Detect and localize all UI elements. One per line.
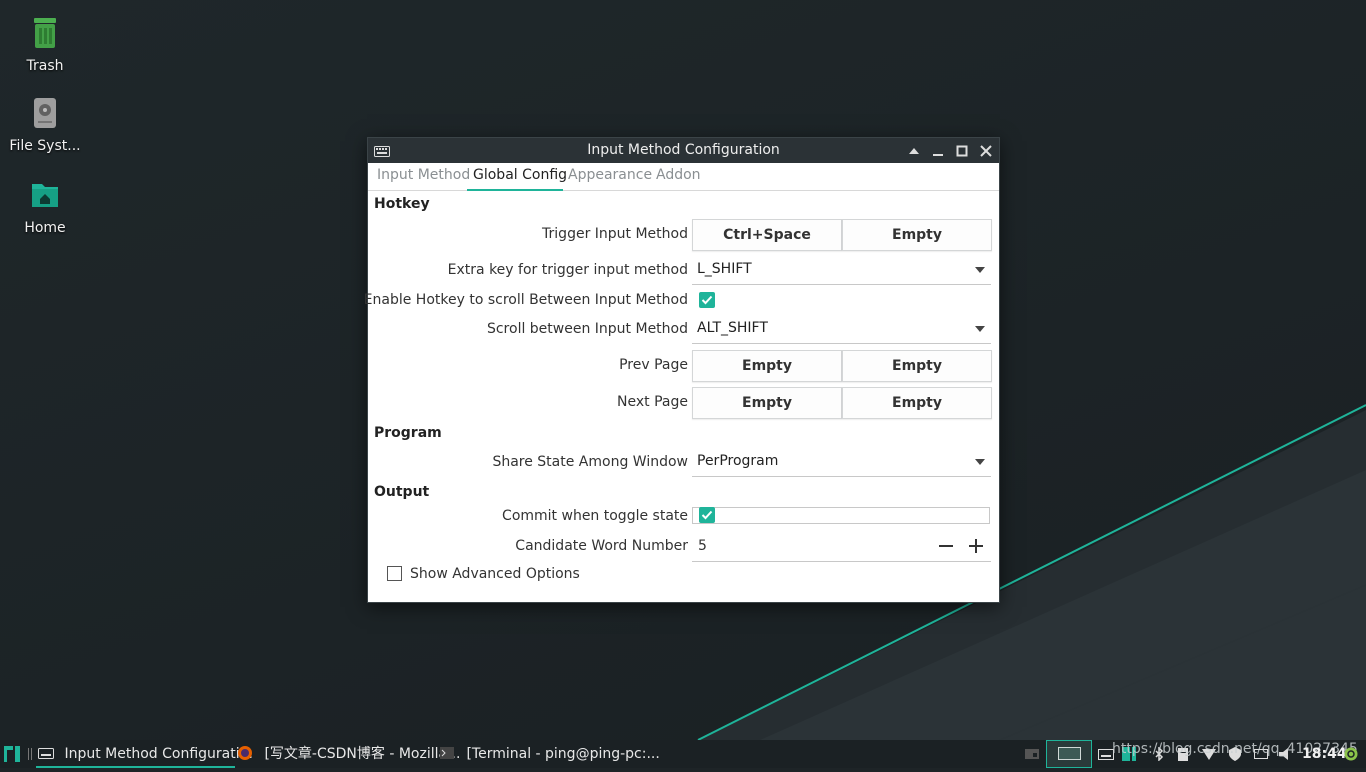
extra-key-value: L_SHIFT (697, 261, 752, 277)
shade-button[interactable] (905, 142, 923, 160)
start-menu-button[interactable] (4, 740, 24, 768)
candidate-number-value[interactable]: 5 (698, 538, 707, 554)
share-state-select[interactable]: PerProgram (692, 448, 991, 477)
drive-icon (28, 96, 62, 132)
trigger-key-2-button[interactable]: Empty (842, 219, 992, 251)
maximize-button[interactable] (953, 142, 971, 160)
candidate-number-spinbox[interactable]: 5 (692, 531, 991, 562)
prev-page-key-1-button[interactable]: Empty (692, 350, 842, 382)
prev-page-label: Prev Page (619, 357, 688, 373)
share-state-label: Share State Among Window (492, 454, 688, 470)
minimize-icon (933, 154, 943, 156)
window-titlebar[interactable]: Input Method Configuration (368, 138, 999, 163)
trigger-key-1-button[interactable]: Ctrl+Space (692, 219, 842, 251)
desktop-switch-icon[interactable] (1025, 747, 1039, 761)
triangle-up-icon (909, 148, 919, 154)
enable-scroll-hotkey-checkbox[interactable] (699, 292, 715, 308)
keyboard-layout-icon[interactable] (1098, 747, 1114, 761)
keyboard-icon (38, 748, 54, 759)
maximize-icon (956, 145, 968, 157)
desktop-icon-label: Trash (26, 58, 64, 74)
share-state-value: PerProgram (697, 453, 779, 469)
active-tab-indicator (467, 189, 563, 191)
home-folder-icon (28, 178, 62, 214)
taskbar-separator (28, 740, 34, 768)
desktop-icon-label: File Syst... (9, 138, 81, 154)
checkmark-icon (701, 295, 713, 305)
section-program: Program (374, 425, 442, 441)
candidate-number-label: Candidate Word Number (515, 538, 688, 554)
scroll-between-label: Scroll between Input Method (486, 321, 688, 337)
taskbar: Input Method Configurati... [写文章-CSDN博客 … (0, 740, 1366, 768)
commit-toggle-label: Commit when toggle state (502, 508, 688, 524)
desktop-icon-filesystem[interactable]: File Syst... (0, 96, 90, 154)
workspace-icon (1058, 747, 1081, 760)
close-button[interactable] (977, 142, 995, 160)
workspace-pager[interactable] (1046, 740, 1092, 768)
task-terminal[interactable]: [Terminal - ping@ping-pc:... (440, 740, 660, 768)
desktop-icon-trash[interactable]: Trash (0, 16, 90, 74)
desktop-icon-label: Home (24, 220, 66, 236)
tab-global-config[interactable]: Global Config (473, 167, 567, 183)
scroll-between-value: ALT_SHIFT (697, 320, 768, 336)
next-page-key-1-button[interactable]: Empty (692, 387, 842, 419)
tab-appearance[interactable]: Appearance (568, 167, 652, 183)
next-page-key-2-button[interactable]: Empty (842, 387, 992, 419)
trash-icon (28, 16, 62, 52)
power-icon[interactable] (1344, 747, 1358, 761)
dropdown-arrow-icon (975, 267, 985, 273)
tab-addon[interactable]: Addon (656, 167, 701, 183)
minus-icon (939, 545, 953, 547)
dropdown-arrow-icon (975, 326, 985, 332)
increment-button[interactable] (966, 536, 986, 556)
task-firefox[interactable]: [写文章-CSDN博客 - Mozilla... (238, 740, 460, 768)
manjaro-logo-icon (4, 746, 20, 762)
section-output: Output (374, 484, 430, 500)
prev-page-key-2-button[interactable]: Empty (842, 350, 992, 382)
checkmark-icon (701, 510, 713, 520)
tab-input-method[interactable]: Input Method (377, 167, 470, 183)
firefox-icon (238, 746, 252, 760)
task-label: Input Method Configurati... (64, 746, 253, 762)
commit-toggle-frame (692, 507, 990, 524)
task-label: [写文章-CSDN博客 - Mozilla... (264, 746, 461, 762)
next-page-label: Next Page (617, 394, 688, 410)
plus-icon (969, 539, 983, 553)
decrement-button[interactable] (936, 536, 956, 556)
section-hotkey: Hotkey (374, 196, 430, 212)
scroll-between-select[interactable]: ALT_SHIFT (692, 315, 991, 344)
trigger-input-method-label: Trigger Input Method (542, 226, 688, 242)
tab-bar: Input Method Global Config Appearance Ad… (368, 163, 999, 191)
clock[interactable]: 18:44 (1302, 740, 1347, 768)
task-label: [Terminal - ping@ping-pc:... (466, 746, 660, 762)
task-input-method-config[interactable]: Input Method Configurati... (36, 740, 253, 768)
input-method-config-window: Input Method Configuration Input Method … (363, 137, 1000, 603)
close-icon (980, 145, 992, 157)
enable-scroll-hotkey-label: Enable Hotkey to scroll Between Input Me… (363, 292, 688, 308)
minimize-button[interactable] (929, 142, 947, 160)
desktop-icon-home[interactable]: Home (0, 178, 90, 236)
commit-toggle-checkbox[interactable] (699, 507, 715, 523)
extra-key-select[interactable]: L_SHIFT (692, 256, 991, 285)
extra-key-label: Extra key for trigger input method (447, 262, 688, 278)
terminal-icon (440, 747, 454, 759)
dropdown-arrow-icon (975, 459, 985, 465)
show-advanced-checkbox[interactable] (387, 566, 402, 581)
show-advanced-label[interactable]: Show Advanced Options (410, 566, 580, 582)
